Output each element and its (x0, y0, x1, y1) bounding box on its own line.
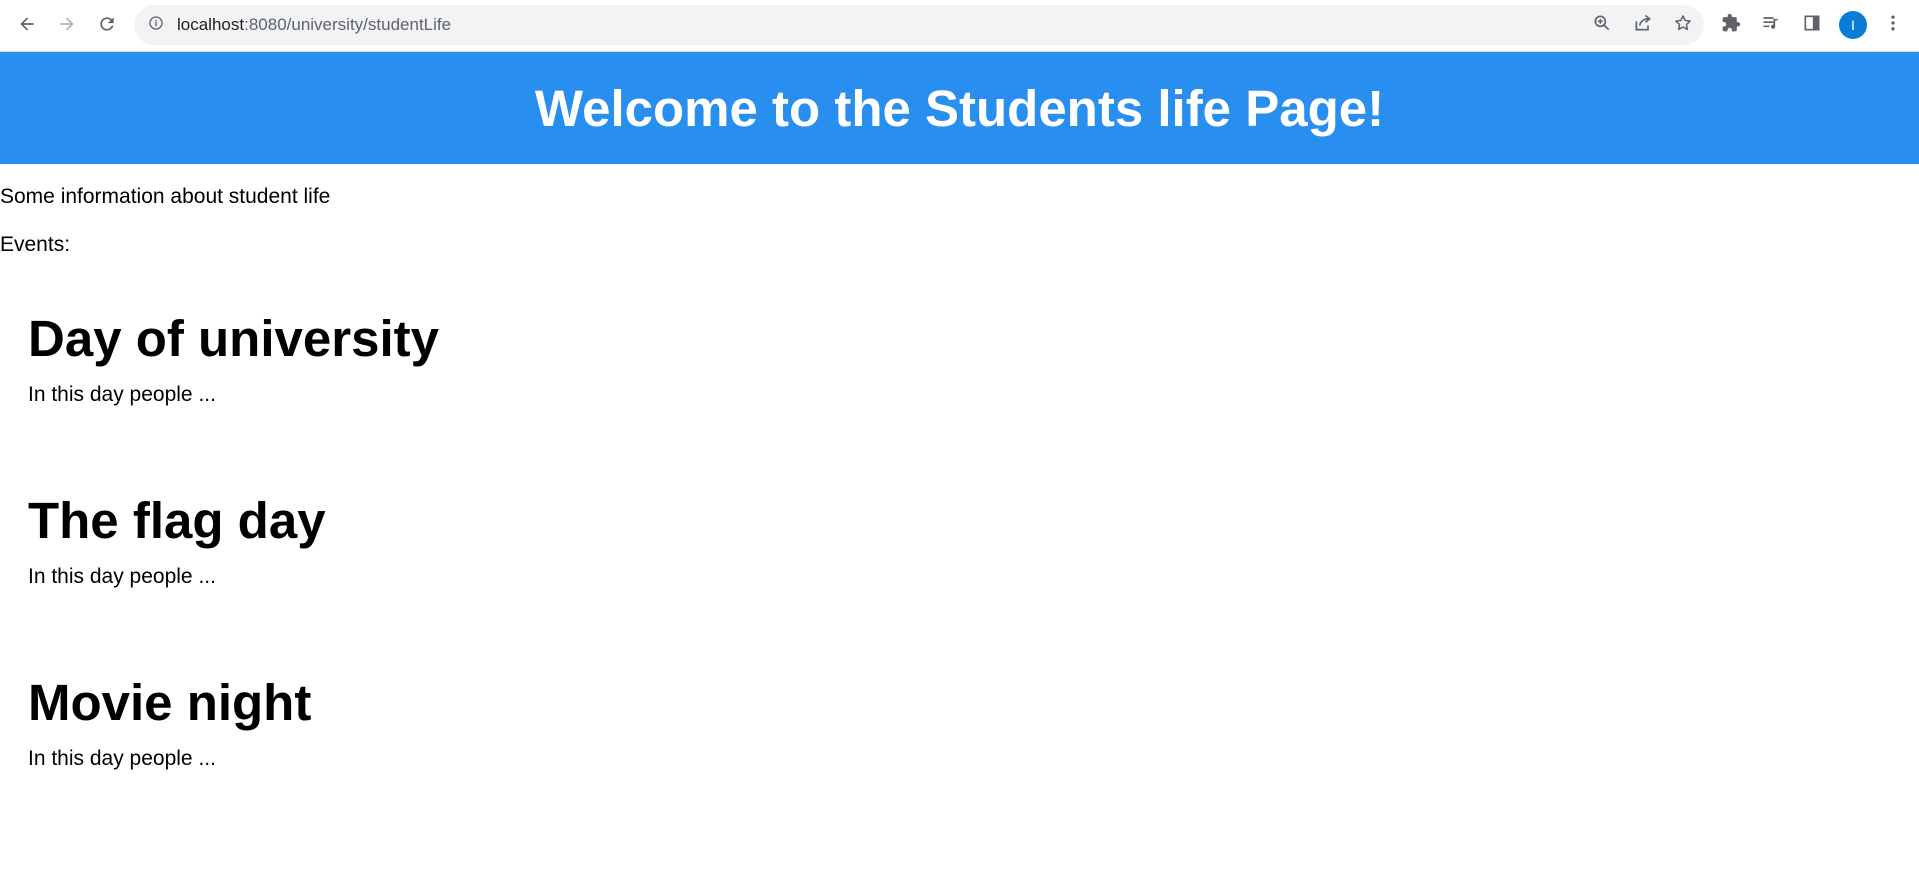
side-panel-button[interactable] (1799, 12, 1825, 38)
address-bar[interactable]: localhost:8080/university/studentLife (134, 5, 1704, 45)
url-path: :8080/university/studentLife (244, 15, 452, 34)
events-label: Events: (0, 233, 71, 256)
url-text[interactable]: localhost:8080/university/studentLife (177, 5, 451, 45)
star-icon (1673, 13, 1693, 38)
reload-button[interactable] (91, 10, 123, 42)
page-title: Welcome to the Students life Page! (534, 79, 1385, 137)
back-button[interactable] (11, 10, 43, 42)
event-description: In this day people ... (28, 383, 216, 406)
arrow-left-icon (17, 14, 37, 39)
media-queue-icon (1761, 13, 1781, 38)
extensions-button[interactable] (1718, 12, 1744, 38)
browser-toolbar: localhost:8080/university/studentLife I (0, 0, 1919, 52)
arrow-right-icon (57, 14, 77, 39)
event-title: The flag day (28, 492, 326, 549)
site-info-button[interactable] (146, 15, 166, 35)
zoom-icon (1592, 13, 1612, 38)
bookmark-button[interactable] (1671, 13, 1695, 37)
share-icon (1633, 13, 1653, 38)
zoom-button[interactable] (1590, 13, 1614, 37)
profile-avatar[interactable]: I (1839, 11, 1867, 39)
url-host: localhost (177, 15, 245, 34)
page-content: Welcome to the Students life Page! Some … (0, 52, 1919, 880)
reload-icon (97, 14, 117, 39)
forward-button[interactable] (51, 10, 83, 42)
intro-text: Some information about student life (0, 185, 331, 208)
kebab-menu-icon (1883, 13, 1903, 38)
media-controls-button[interactable] (1758, 12, 1784, 38)
info-icon (148, 15, 164, 36)
browser-menu-button[interactable] (1880, 12, 1906, 38)
event-title: Movie night (28, 674, 312, 731)
event-item: The flag day In this day people ... (28, 491, 326, 589)
puzzle-icon (1721, 13, 1741, 38)
side-panel-icon (1802, 13, 1822, 38)
event-title: Day of university (28, 310, 439, 367)
event-item: Day of university In this day people ... (28, 309, 439, 407)
share-button[interactable] (1631, 13, 1655, 37)
page-banner: Welcome to the Students life Page! (0, 52, 1919, 164)
event-description: In this day people ... (28, 747, 216, 770)
event-description: In this day people ... (28, 565, 216, 588)
event-item: Movie night In this day people ... (28, 673, 311, 771)
